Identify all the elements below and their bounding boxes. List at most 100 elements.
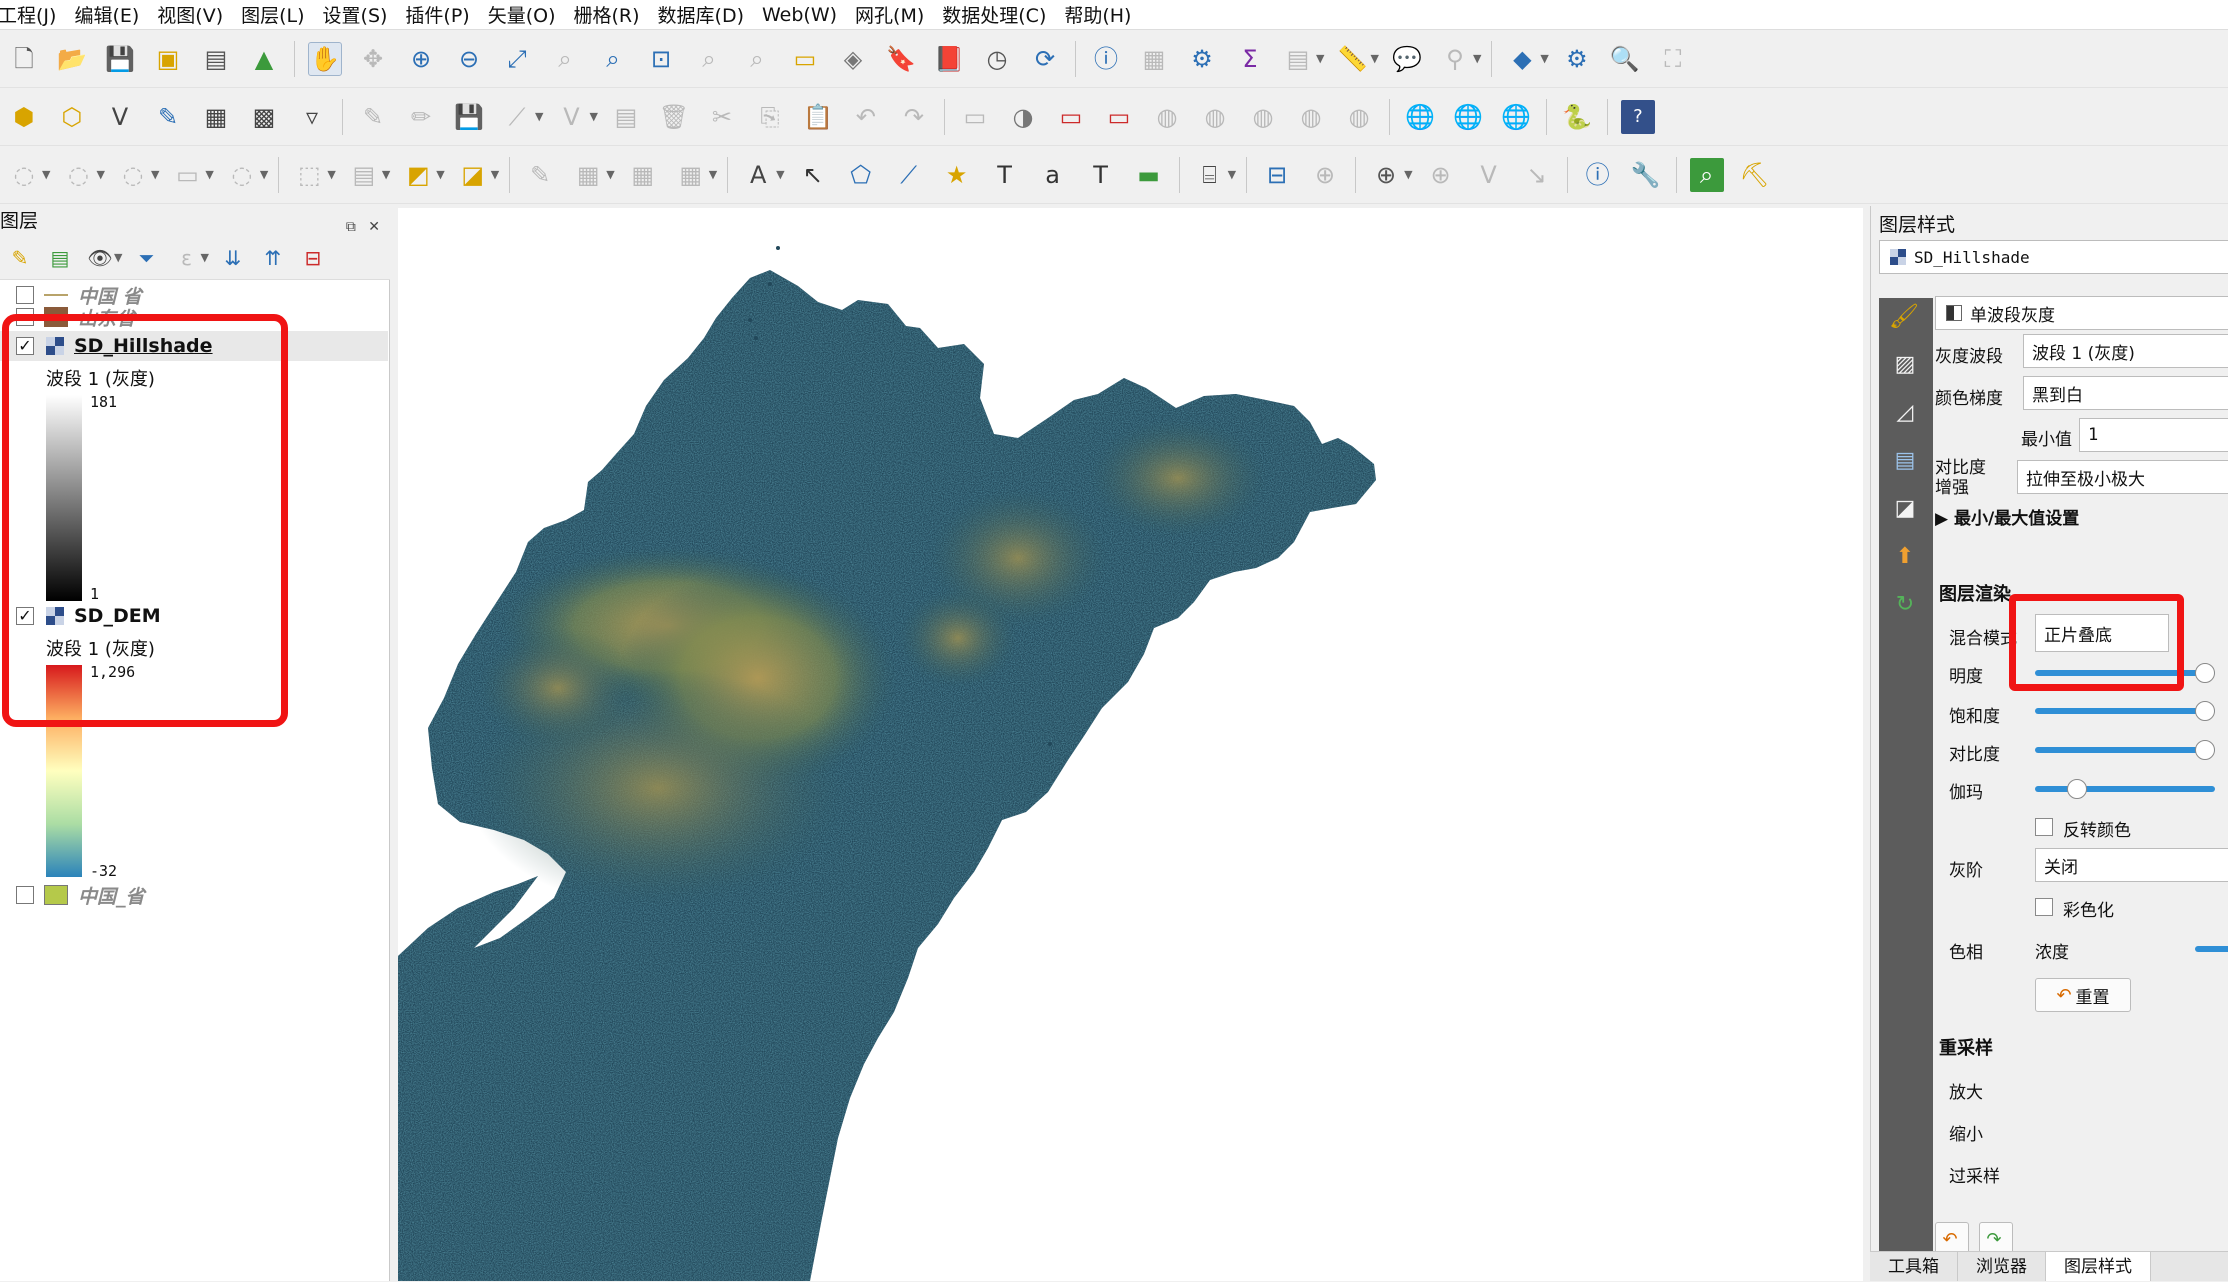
statistics-sum-icon[interactable]: Σ <box>1233 42 1267 76</box>
cursor-select-icon[interactable]: ↖ <box>796 158 830 192</box>
change-label-icon[interactable]: ◍ <box>1294 100 1328 134</box>
text-box-icon[interactable]: T <box>1084 158 1118 192</box>
pin-icon[interactable]: ⊟ <box>1260 158 1294 192</box>
menu-settings[interactable]: 设置(S) <box>317 1 400 28</box>
layer-visibility-checkbox[interactable]: ✓ <box>16 337 34 355</box>
python-console-icon[interactable]: 🐍 <box>1560 100 1594 134</box>
tab-pyramids-icon[interactable]: ⬆ <box>1885 538 1925 574</box>
color-gradient-combo[interactable]: 黑到白 <box>2023 376 2228 410</box>
globe-add-icon[interactable]: 🌐 <box>1403 100 1437 134</box>
menu-layer[interactable]: 图层(L) <box>235 1 316 28</box>
menu-processing[interactable]: 数据处理(C) <box>936 1 1058 28</box>
annotation-svg-icon[interactable]: ▦ <box>674 158 708 192</box>
attribute-table-icon[interactable]: ▦ <box>1137 42 1171 76</box>
new-project-icon[interactable]: 🗋 <box>7 42 41 76</box>
expand-all-icon[interactable]: ⇊ <box>219 244 247 272</box>
add-feature-icon[interactable]: ⟋ <box>500 100 534 134</box>
menu-view[interactable]: 视图(V) <box>151 1 235 28</box>
processing-toolbox-icon[interactable]: ⛏ <box>1738 158 1772 192</box>
save-edits-icon[interactable]: 💾 <box>452 100 486 134</box>
tab-histogram-icon[interactable]: ◿ <box>1885 394 1925 430</box>
layer-visibility-checkbox[interactable] <box>16 286 34 304</box>
label-props-icon[interactable]: ◍ <box>1342 100 1376 134</box>
slider-knob[interactable] <box>2195 663 2215 683</box>
saturation-slider[interactable] <box>2035 701 2215 721</box>
layer-selector-combo[interactable]: SD_Hillshade <box>1879 240 2228 274</box>
new-print-layout-icon[interactable]: ▣ <box>151 42 185 76</box>
zoom-last-icon[interactable]: ⌕ <box>692 42 726 76</box>
georeference-icon[interactable]: ⊕ <box>1369 158 1403 192</box>
tab-processing-toolbox[interactable]: 工具箱 <box>1870 1252 1958 1281</box>
menu-vector[interactable]: 矢量(O) <box>482 1 568 28</box>
layer-visibility-checkbox[interactable] <box>16 886 34 904</box>
line-annotation-icon[interactable]: ⟋ <box>892 158 926 192</box>
paste-features-icon[interactable]: 📋 <box>801 100 835 134</box>
text-marker-icon[interactable]: T <box>988 158 1022 192</box>
brightness-slider[interactable] <box>2035 663 2215 683</box>
curved-text-icon[interactable]: a <box>1036 158 1070 192</box>
picture-annotation-icon[interactable]: ▬ <box>1132 158 1166 192</box>
layer-row-shandong[interactable]: 山东省 <box>0 306 388 328</box>
zoom-to-layer-icon[interactable]: ⌕ <box>596 42 630 76</box>
contrast-enhancement-combo[interactable]: 拉伸至极小极大 <box>2017 460 2228 494</box>
marker-annotation-icon[interactable]: ★ <box>940 158 974 192</box>
menu-raster[interactable]: 栅格(R) <box>568 1 652 28</box>
html-annotation-icon[interactable]: ⌸ <box>1193 158 1227 192</box>
gamma-slider[interactable] <box>2035 779 2215 799</box>
refresh-icon[interactable]: ⟳ <box>1028 42 1062 76</box>
zoom-in-icon[interactable]: ⊕ <box>404 42 438 76</box>
select-by-expression-icon[interactable]: ◌ <box>7 158 41 192</box>
tab-layer-styling[interactable]: 图层样式 <box>2046 1252 2151 1281</box>
layer-row-china-province-fill[interactable]: 中国_省 <box>0 880 388 910</box>
menu-web[interactable]: Web(W) <box>756 4 849 26</box>
menu-plugins[interactable]: 插件(P) <box>399 1 481 28</box>
menu-help[interactable]: 帮助(H) <box>1058 1 1143 28</box>
strength-slider[interactable] <box>2195 946 2228 952</box>
plugin-search-icon[interactable]: ⌕ <box>1689 157 1724 192</box>
vertex-tool-icon[interactable]: V <box>554 100 588 134</box>
zoom-to-selection-icon[interactable]: ⌕ <box>548 42 582 76</box>
manage-visibility-icon[interactable]: 👁 <box>86 244 114 272</box>
new-geopackage-icon[interactable]: ⬡ <box>55 100 89 134</box>
gps-icon[interactable]: ⊕ <box>1424 158 1458 192</box>
tab-history-icon[interactable]: ↻ <box>1885 586 1925 622</box>
add-raster-layer-icon[interactable]: ▩ <box>247 100 281 134</box>
show-hide-labels-icon[interactable]: ◍ <box>1150 100 1184 134</box>
new-map-view-icon[interactable]: ▭ <box>788 42 822 76</box>
spatial-bookmark-icon[interactable]: 🔖 <box>884 42 918 76</box>
deselect-icon[interactable]: ▭ <box>170 158 204 192</box>
contrast-slider[interactable] <box>2035 740 2215 760</box>
pan-map-icon[interactable]: ✋ <box>308 41 342 76</box>
toggle-editing-icon[interactable]: ✏ <box>404 100 438 134</box>
filter-legend-icon[interactable]: ⏷ <box>132 244 160 272</box>
add-vector-layer-icon[interactable]: V <box>103 100 137 134</box>
zoom-next-icon[interactable]: ⌕ <box>740 42 774 76</box>
crosshair-icon[interactable]: ⊕ <box>1308 158 1342 192</box>
menu-project[interactable]: 工程(J) <box>0 1 68 28</box>
text-annotation-icon[interactable]: A <box>741 158 775 192</box>
globe-search-icon[interactable]: 🌐 <box>1451 100 1485 134</box>
cut-features-icon[interactable]: ✂ <box>705 100 739 134</box>
open-styling-icon[interactable]: ✎ <box>6 244 34 272</box>
full-screen-icon[interactable]: ⛶ <box>1656 42 1690 76</box>
add-layer-group-icon[interactable]: ◆ <box>1505 42 1539 76</box>
menu-database[interactable]: 数据库(D) <box>652 1 756 28</box>
layer-visibility-checkbox[interactable]: ✓ <box>16 607 34 625</box>
search-icon[interactable]: 🔍 <box>1608 42 1642 76</box>
new-3d-view-icon[interactable]: ◈ <box>836 42 870 76</box>
select-by-value-icon[interactable]: ◌ <box>61 158 95 192</box>
move-label-icon[interactable]: ◍ <box>1198 100 1232 134</box>
polygon-annotation-icon[interactable]: ⬠ <box>844 158 878 192</box>
annotation-text-icon[interactable]: ✎ <box>523 158 557 192</box>
min-value-input[interactable]: 1 <box>2079 418 2228 452</box>
select-location-icon[interactable]: ◪ <box>456 158 490 192</box>
add-group-icon[interactable]: ▤ <box>46 244 74 272</box>
layer-row-hillshade[interactable]: ✓ SD_Hillshade <box>0 331 388 361</box>
delete-selected-icon[interactable]: 🗑 <box>657 100 691 134</box>
pan-to-selection-icon[interactable]: ✥ <box>356 42 390 76</box>
pin-label-icon[interactable]: ▭ <box>1102 100 1136 134</box>
info-icon[interactable]: ⓘ <box>1581 158 1615 192</box>
deselect-all-icon[interactable]: ◩ <box>401 158 435 192</box>
copy-features-icon[interactable]: ⎘ <box>753 100 787 134</box>
select-features-icon[interactable]: ⬚ <box>292 158 326 192</box>
